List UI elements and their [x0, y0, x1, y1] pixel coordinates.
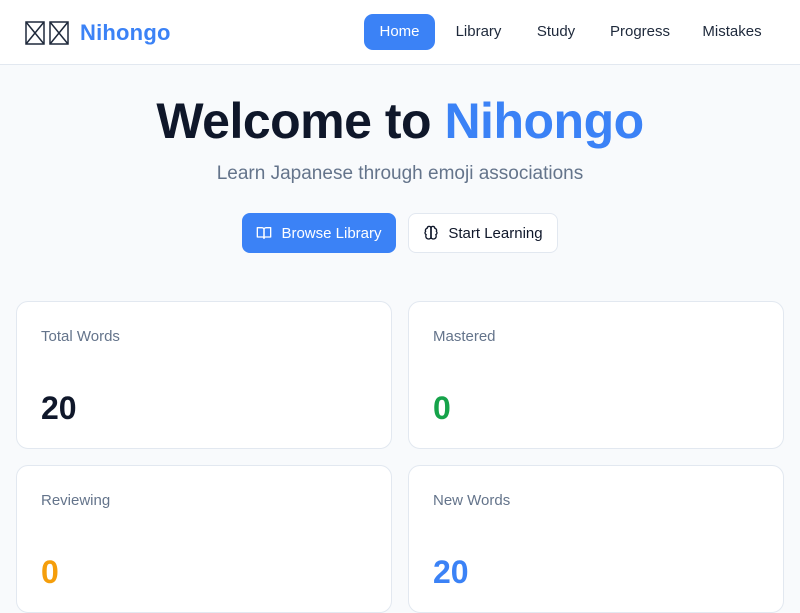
browse-library-button[interactable]: Browse Library — [242, 213, 396, 253]
nav-progress[interactable]: Progress — [598, 14, 682, 50]
hero-subtitle: Learn Japanese through emoji association… — [216, 163, 584, 184]
stat-label: Mastered — [433, 328, 496, 345]
stat-card-reviewing: Reviewing 0 — [16, 465, 392, 613]
start-learning-button[interactable]: Start Learning — [408, 213, 558, 253]
browse-library-label: Browse Library — [281, 224, 382, 242]
hero-title-prefix: Welcome to — [156, 93, 432, 149]
book-open-icon — [257, 227, 272, 239]
nav-library[interactable]: Library — [443, 14, 514, 50]
nav-home[interactable]: Home — [364, 14, 435, 50]
main-nav: Home Library Study Progress Mistakes — [0, 14, 800, 50]
stat-value: 20 — [41, 390, 77, 426]
hero-title: Welcome to Nihongo — [0, 92, 800, 150]
top-navbar: Nihongo Home Library Study Progress Mist… — [0, 0, 800, 65]
hero-title-accent: Nihongo — [444, 93, 644, 149]
stat-card-mastered: Mastered 0 — [408, 301, 784, 449]
nav-mistakes[interactable]: Mistakes — [692, 14, 772, 50]
stat-value: 20 — [433, 554, 469, 590]
stat-card-new-words: New Words 20 — [408, 465, 784, 613]
brain-icon — [424, 225, 439, 240]
stat-value: 0 — [433, 390, 451, 426]
stat-label: Reviewing — [41, 492, 111, 509]
stat-label: Total Words — [41, 328, 120, 345]
stat-label: New Words — [433, 492, 511, 509]
stat-value: 0 — [41, 554, 59, 590]
stat-card-total-words: Total Words 20 — [16, 301, 392, 449]
nav-study[interactable]: Study — [524, 14, 588, 50]
start-learning-label: Start Learning — [448, 224, 543, 242]
